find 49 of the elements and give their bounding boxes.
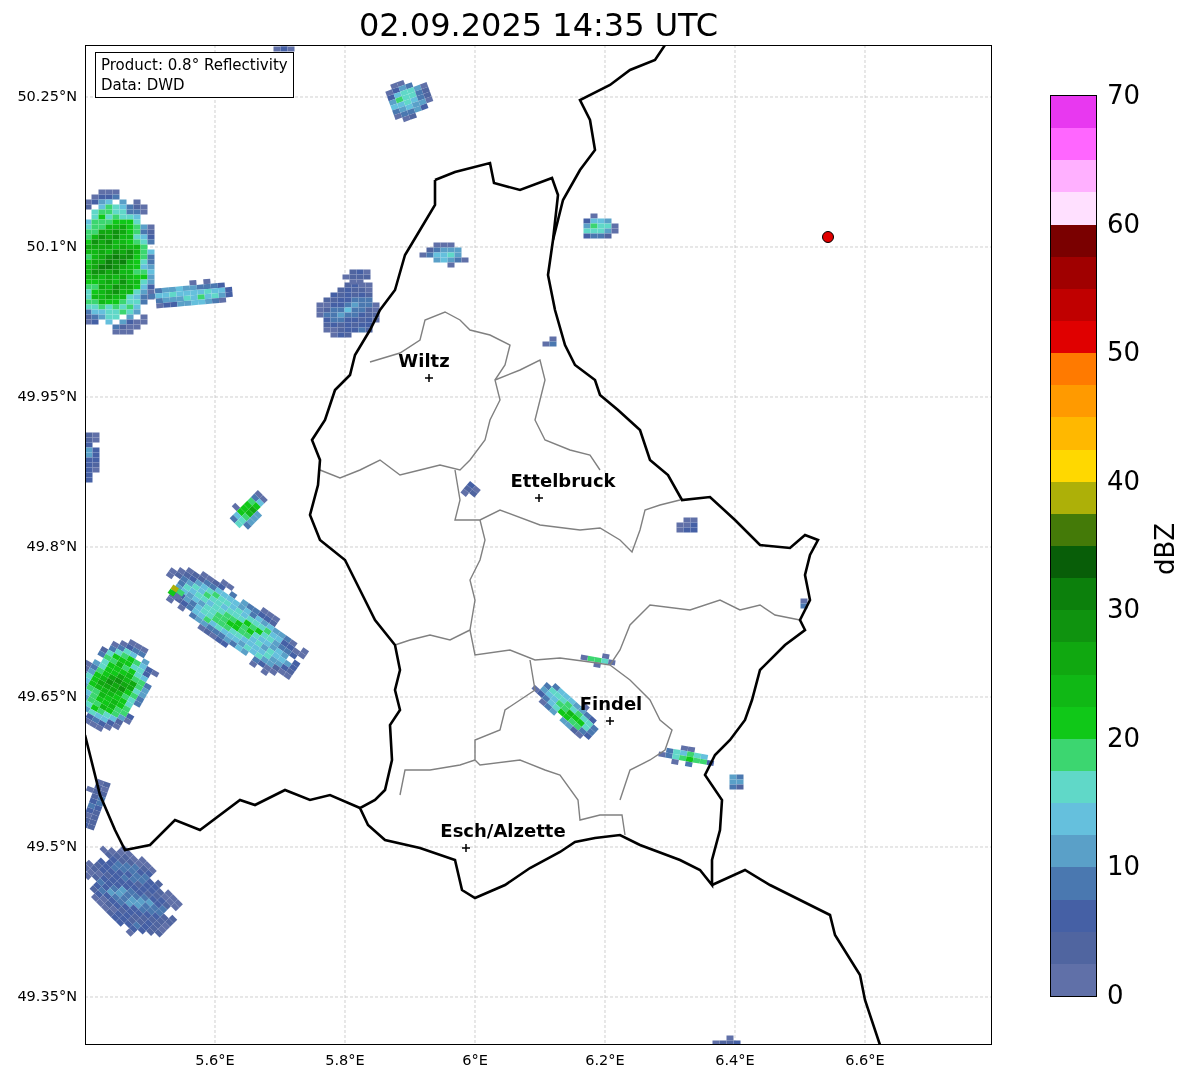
radar-echo-drawing <box>385 79 434 123</box>
longitude-label: 6.4°E <box>714 1052 756 1068</box>
radar-echo-drawing <box>229 490 268 530</box>
radar-echo-drawing <box>580 653 616 668</box>
city-label: Ettelbruck <box>510 470 616 491</box>
radar-echo-drawing <box>729 774 744 790</box>
radar-echo-drawing <box>460 480 481 498</box>
latitude-label: 49.5°N <box>26 838 77 854</box>
radar-echo-drawing <box>658 745 715 768</box>
city-label: Wiltz <box>398 350 450 371</box>
radar-echo-drawing <box>800 598 808 609</box>
longitude-label: 6.2°E <box>584 1052 626 1068</box>
radar-echo-drawing <box>86 778 111 831</box>
colorbar-tick-label: 50 <box>1107 336 1141 369</box>
colorbar-tick-label: 20 <box>1107 721 1141 754</box>
chart-title: 02.09.2025 14:35 UTC <box>357 5 720 45</box>
longitude-label: 5.8°E <box>324 1052 366 1068</box>
radar-echo-drawing <box>419 242 469 268</box>
radar-echo-drawing <box>712 1035 741 1044</box>
info-text: Product: 0.8° Reflectivity <box>101 55 288 75</box>
latitude-label: 49.65°N <box>17 688 77 704</box>
latitude-label: 50.1°N <box>26 238 77 254</box>
info-text: Data: DWD <box>101 75 186 95</box>
colorbar-tick-label: 70 <box>1107 79 1141 111</box>
latitude-label: 50.25°N <box>17 88 77 104</box>
colorbar-tick-label: 0 <box>1107 979 1124 1011</box>
city-marker-icon <box>605 716 615 726</box>
city-label: Findel <box>579 693 643 714</box>
colorbar-tick-label: 10 <box>1107 850 1141 883</box>
colorbar-tick-label: 40 <box>1107 464 1141 497</box>
city-label: Esch/Alzette <box>440 820 566 841</box>
latitude-label: 49.35°N <box>17 988 77 1004</box>
radar-echo-drawing <box>676 517 698 533</box>
city-marker-icon <box>424 373 434 383</box>
radar-echo-drawing <box>273 46 295 52</box>
colorbar-tick-label: 60 <box>1107 207 1141 240</box>
radar-echo-drawing <box>583 213 619 239</box>
latitude-label: 49.8°N <box>26 538 77 554</box>
city-marker-icon <box>534 493 544 503</box>
location-dot-icon <box>822 231 834 243</box>
latitude-label: 49.95°N <box>17 388 77 404</box>
longitude-label: 6°E <box>461 1052 489 1068</box>
colorbar-label: dBZ <box>1150 521 1180 578</box>
radar-echo-drawing <box>86 432 100 483</box>
longitude-label: 5.6°E <box>194 1052 236 1068</box>
colorbar-tick-label: 30 <box>1107 593 1141 626</box>
city-marker-icon <box>461 843 471 853</box>
radar-echo-drawing <box>542 336 557 347</box>
longitude-label: 6.6°E <box>844 1052 886 1068</box>
